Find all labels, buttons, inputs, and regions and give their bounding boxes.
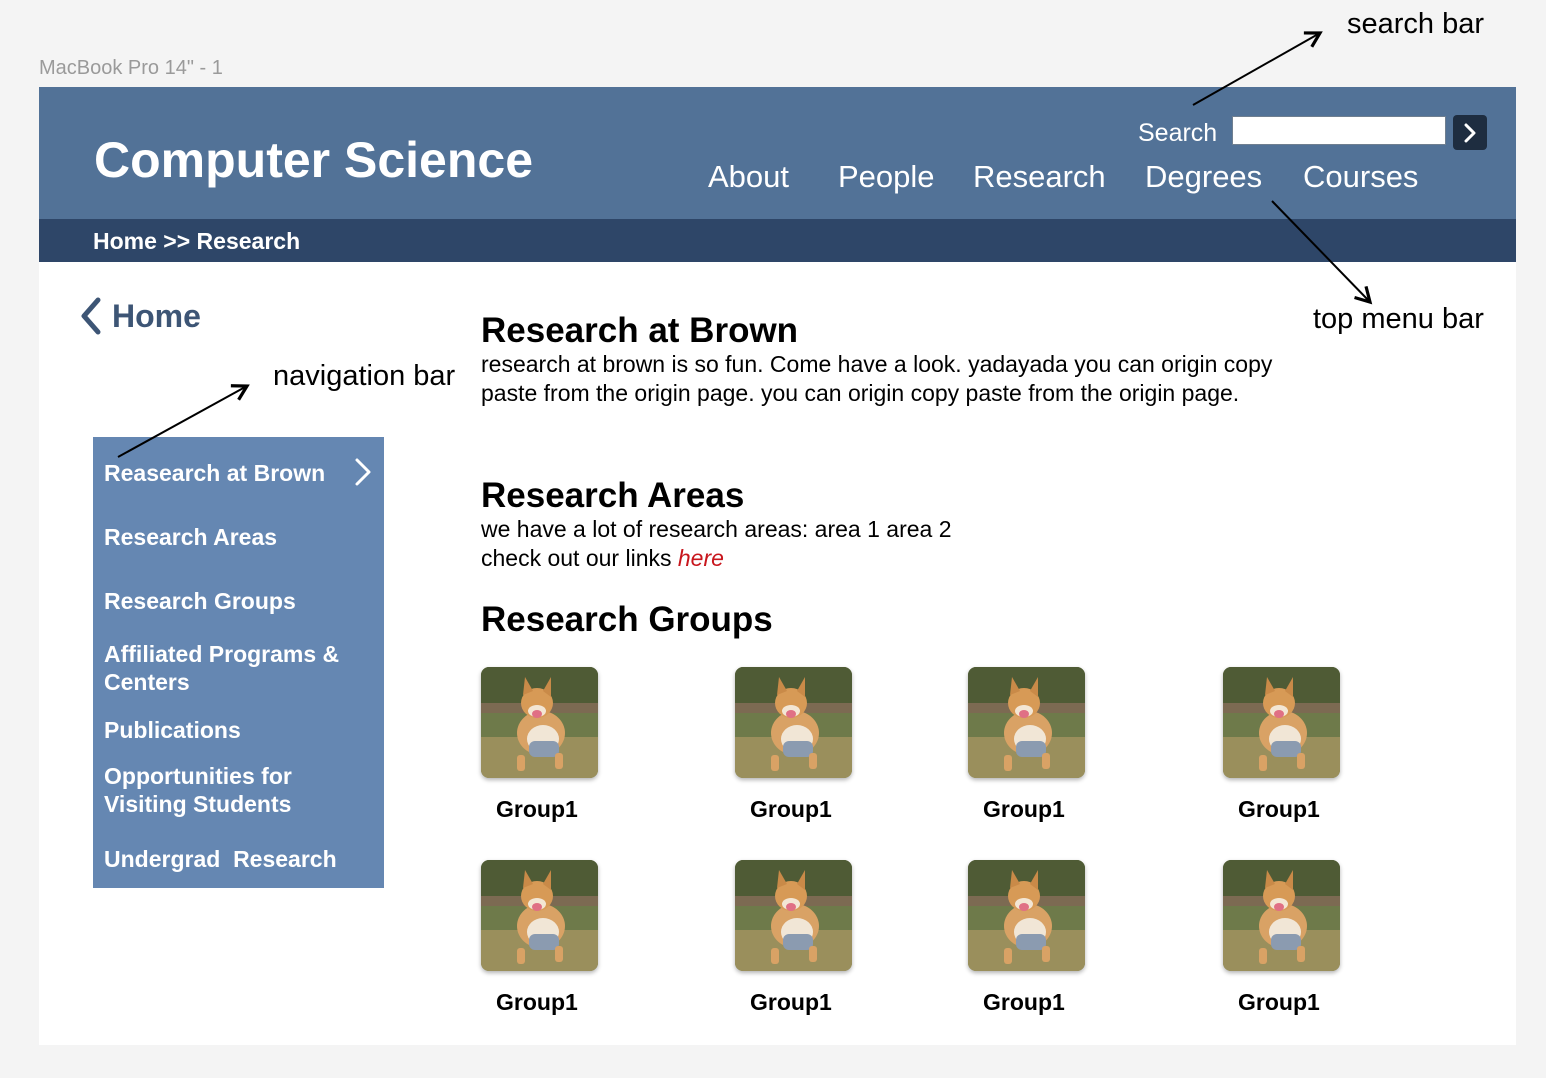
sidebar-item-research-at-brown[interactable]: Reasearch at Brown [104, 459, 325, 487]
search-submit-button[interactable] [1453, 115, 1487, 150]
chevron-left-icon [81, 297, 101, 335]
breadcrumb[interactable]: Home >> Research [93, 228, 300, 255]
section-heading-research-groups: Research Groups [481, 600, 773, 639]
group-tile[interactable]: Group1 [481, 667, 681, 827]
group-caption: Group1 [750, 989, 832, 1015]
back-home-label: Home [112, 297, 201, 334]
group-image[interactable] [735, 860, 852, 971]
links-prefix: check out our links [481, 544, 678, 571]
group-caption: Group1 [1238, 796, 1320, 822]
group-tile[interactable]: Group1 [735, 860, 935, 1020]
frame-label: MacBook Pro 14" - 1 [39, 57, 223, 79]
breadcrumb-bar: Home >> Research [39, 219, 1516, 262]
group-tile[interactable]: Group1 [968, 860, 1168, 1020]
here-link[interactable]: here [678, 545, 724, 571]
search-input[interactable] [1232, 116, 1446, 145]
section-text-research-areas: we have a lot of research areas: area 1 … [481, 515, 1341, 572]
group-image[interactable] [1223, 860, 1340, 971]
group-image[interactable] [1223, 667, 1340, 778]
group-caption: Group1 [1238, 989, 1320, 1015]
group-image[interactable] [735, 667, 852, 778]
annotation-top-menu-bar: top menu bar [1313, 303, 1484, 335]
nav-item-research[interactable]: Research [973, 159, 1106, 195]
group-caption: Group1 [750, 796, 832, 822]
back-home-link[interactable]: Home [80, 296, 201, 336]
sidebar-item-affiliated-programs[interactable]: Affiliated Programs & Centers [104, 640, 364, 696]
group-tile[interactable]: Group1 [968, 667, 1168, 827]
group-tile[interactable]: Group1 [1223, 860, 1423, 1020]
search-label: Search [1138, 119, 1218, 147]
nav-item-people[interactable]: People [838, 159, 935, 195]
section-heading-research-at-brown: Research at Brown [481, 311, 799, 350]
group-image[interactable] [968, 860, 1085, 971]
sidebar-item-research-areas[interactable]: Research Areas [104, 523, 277, 551]
annotation-search-bar: search bar [1347, 8, 1485, 40]
group-tile[interactable]: Group1 [1223, 667, 1423, 827]
group-caption: Group1 [496, 989, 578, 1015]
group-caption: Group1 [983, 989, 1065, 1015]
nav-item-degrees[interactable]: Degrees [1145, 159, 1262, 195]
section-text-research-at-brown: research at brown is so fun. Come have a… [481, 351, 1273, 406]
chevron-right-icon [1464, 123, 1476, 142]
group-image[interactable] [481, 667, 598, 778]
annotation-navigation-bar: navigation bar [273, 360, 456, 392]
page-frame: Computer Science Search About People Res… [39, 87, 1516, 1045]
nav-item-about[interactable]: About [708, 159, 789, 195]
site-header: Computer Science Search About People Res… [39, 87, 1516, 219]
research-links-line: check out our links here [481, 544, 1341, 573]
sidebar-item-publications[interactable]: Publications [104, 716, 241, 744]
section-heading-research-areas: Research Areas [481, 476, 745, 515]
group-tile[interactable]: Group1 [735, 667, 935, 827]
group-tile[interactable]: Group1 [481, 860, 681, 1020]
chevron-right-icon [355, 458, 371, 486]
navigation-bar: Reasearch at Brown Research Areas Resear… [93, 437, 384, 888]
sidebar-item-research-groups[interactable]: Research Groups [104, 587, 296, 615]
nav-item-courses[interactable]: Courses [1303, 159, 1418, 195]
sidebar-item-undergrad-research[interactable]: Undergrad Research [104, 845, 337, 873]
group-image[interactable] [968, 667, 1085, 778]
group-caption: Group1 [983, 796, 1065, 822]
group-caption: Group1 [496, 796, 578, 822]
sidebar-item-visiting-students[interactable]: Opportunities for Visiting Students [104, 762, 334, 818]
research-areas-line: we have a lot of research areas: area 1 … [481, 516, 952, 542]
group-image[interactable] [481, 860, 598, 971]
site-title[interactable]: Computer Science [94, 131, 533, 189]
